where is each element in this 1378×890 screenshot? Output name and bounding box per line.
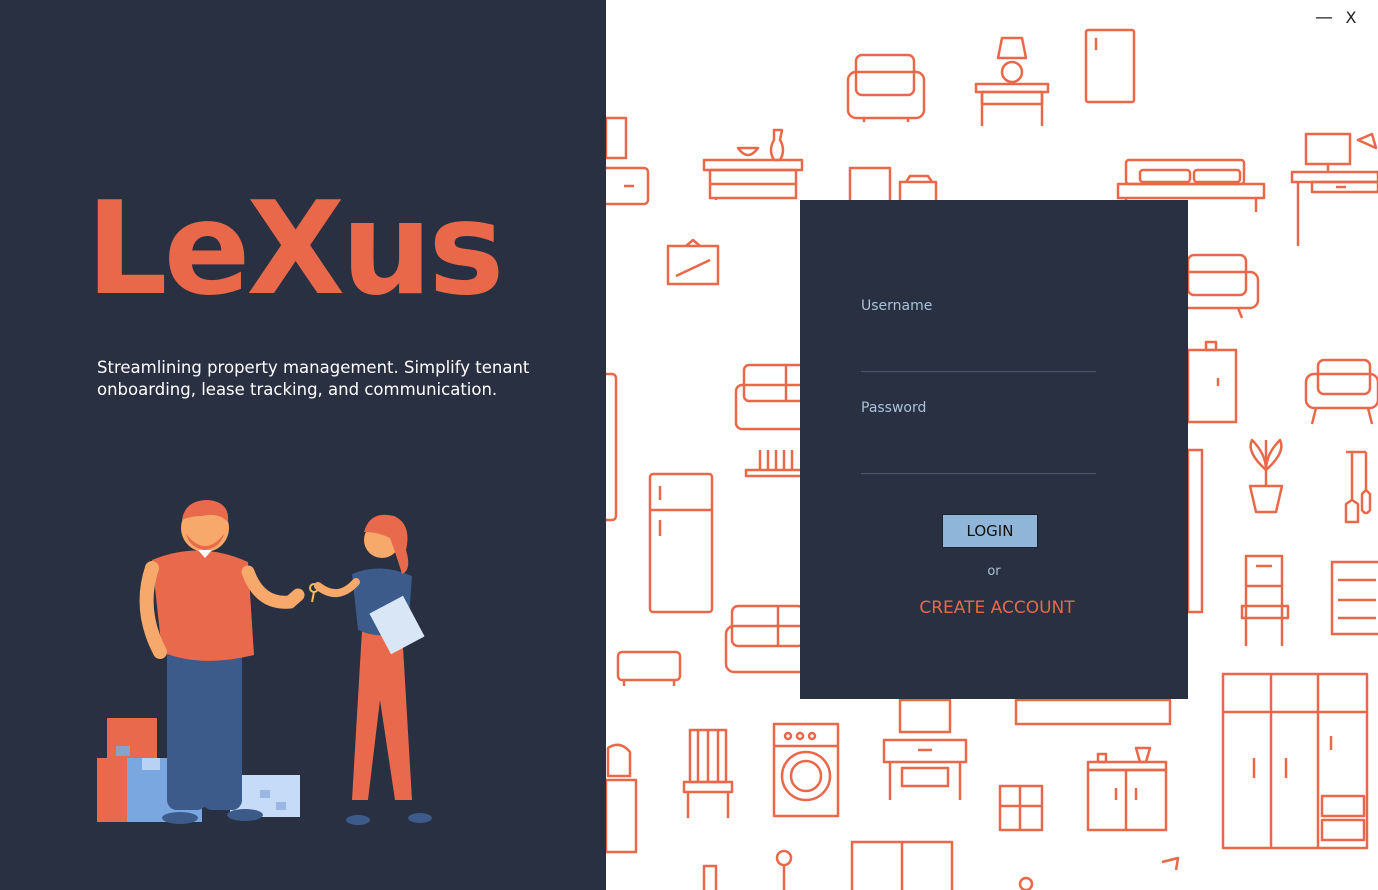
brand-panel: LeXus Streamlining property management. … [0,0,606,890]
create-account-link[interactable]: CREATE ACCOUNT [800,598,1194,618]
landlord-handing-keys-illustration [97,500,432,825]
username-label: Username [861,298,933,314]
username-field[interactable] [861,352,1123,378]
close-button[interactable]: X [1341,8,1361,28]
login-button[interactable]: LOGIN [942,514,1038,548]
minimize-button[interactable]: — [1314,8,1334,28]
tagline: Streamlining property management. Simpli… [97,358,530,399]
login-panel: Username Password LOGIN or CREATE ACCOUN… [800,200,1188,699]
password-field[interactable] [861,454,1123,480]
app-logo: LeXus [86,175,504,324]
password-label: Password [861,400,927,416]
or-separator: or [987,564,1001,579]
